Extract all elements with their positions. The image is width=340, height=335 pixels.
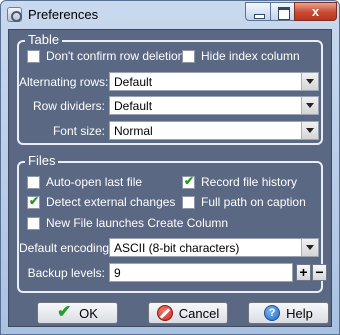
hide-index-column-label: Hide index column [201, 49, 300, 63]
backup-levels-decrement-button[interactable]: − [312, 264, 327, 281]
files-group: Files Auto-open last file Record file hi… [17, 153, 327, 293]
help-button[interactable]: ? Help [248, 302, 329, 324]
hide-index-column-checkbox[interactable] [182, 49, 195, 63]
chevron-down-icon[interactable] [301, 97, 318, 114]
backup-levels-input[interactable]: 9 [109, 263, 293, 282]
cancel-button[interactable]: Cancel [148, 302, 228, 324]
chevron-down-icon[interactable] [301, 239, 318, 256]
row-dividers-select[interactable]: Default [109, 96, 319, 115]
backup-levels-value: 9 [114, 266, 121, 280]
ok-button-label: OK [79, 305, 98, 321]
full-path-on-caption-option[interactable]: Full path on caption [182, 195, 306, 209]
alternating-rows-value: Default [114, 75, 153, 89]
ok-button[interactable]: OK [37, 302, 118, 324]
new-file-launches-create-column-option[interactable]: New File launches Create Column [27, 216, 228, 230]
cancel-icon [156, 305, 173, 321]
default-encoding-select[interactable]: ASCII (8-bit characters) [109, 238, 319, 257]
alternating-rows-label: Alternating rows: [19, 75, 109, 89]
record-file-history-label: Record file history [201, 175, 298, 189]
full-path-on-caption-label: Full path on caption [201, 195, 306, 209]
alternating-rows-select[interactable]: Default [109, 72, 319, 91]
files-group-title: Files [25, 153, 59, 169]
backup-levels-increment-button[interactable]: + [296, 264, 311, 281]
record-file-history-checkbox[interactable] [182, 174, 195, 189]
font-size-value: Normal [114, 124, 153, 138]
hide-index-column-option[interactable]: Hide index column [182, 49, 300, 63]
full-path-on-caption-checkbox[interactable] [182, 195, 195, 209]
title-bar[interactable]: Preferences x [1, 1, 339, 28]
preferences-app-icon[interactable] [7, 7, 22, 22]
detect-external-changes-checkbox[interactable] [27, 194, 40, 209]
maximize-button[interactable] [270, 2, 295, 21]
auto-open-last-file-checkbox[interactable] [27, 175, 40, 189]
default-encoding-value: ASCII (8-bit characters) [114, 241, 240, 255]
preferences-window: Preferences x Table Don't confirm row de… [0, 0, 340, 335]
font-size-label: Font size: [52, 124, 105, 138]
cancel-button-label: Cancel [178, 305, 220, 321]
dont-confirm-row-deletion-option[interactable]: Don't confirm row deletion [27, 49, 184, 63]
chevron-down-icon[interactable] [301, 73, 318, 90]
row-dividers-label: Row dividers: [32, 99, 105, 113]
backup-levels-label: Backup levels: [27, 266, 105, 280]
window-title: Preferences [28, 7, 99, 22]
minimize-button[interactable] [245, 2, 271, 21]
font-size-select[interactable]: Normal [109, 121, 319, 140]
chevron-down-icon[interactable] [301, 122, 318, 139]
close-button[interactable]: x [294, 2, 337, 21]
default-encoding-label: Default encoding: [19, 241, 113, 255]
close-icon: x [311, 4, 320, 19]
dialog-client-area: Table Don't confirm row deletion Hide in… [8, 29, 332, 327]
new-file-launches-create-column-label: New File launches Create Column [46, 216, 229, 230]
table-group: Table Don't confirm row deletion Hide in… [17, 32, 323, 145]
help-icon: ? [264, 305, 281, 321]
checkmark-icon [57, 302, 73, 322]
dont-confirm-row-deletion-checkbox[interactable] [27, 49, 40, 63]
row-dividers-value: Default [114, 99, 153, 113]
detect-external-changes-label: Detect external changes [46, 195, 176, 209]
detect-external-changes-option[interactable]: Detect external changes [27, 194, 176, 209]
auto-open-last-file-option[interactable]: Auto-open last file [27, 175, 142, 189]
dont-confirm-row-deletion-label: Don't confirm row deletion [46, 49, 185, 63]
record-file-history-option[interactable]: Record file history [182, 174, 298, 189]
help-button-label: Help [286, 305, 313, 321]
auto-open-last-file-label: Auto-open last file [46, 175, 143, 189]
new-file-launches-create-column-checkbox[interactable] [27, 216, 40, 230]
table-group-title: Table [25, 32, 63, 48]
